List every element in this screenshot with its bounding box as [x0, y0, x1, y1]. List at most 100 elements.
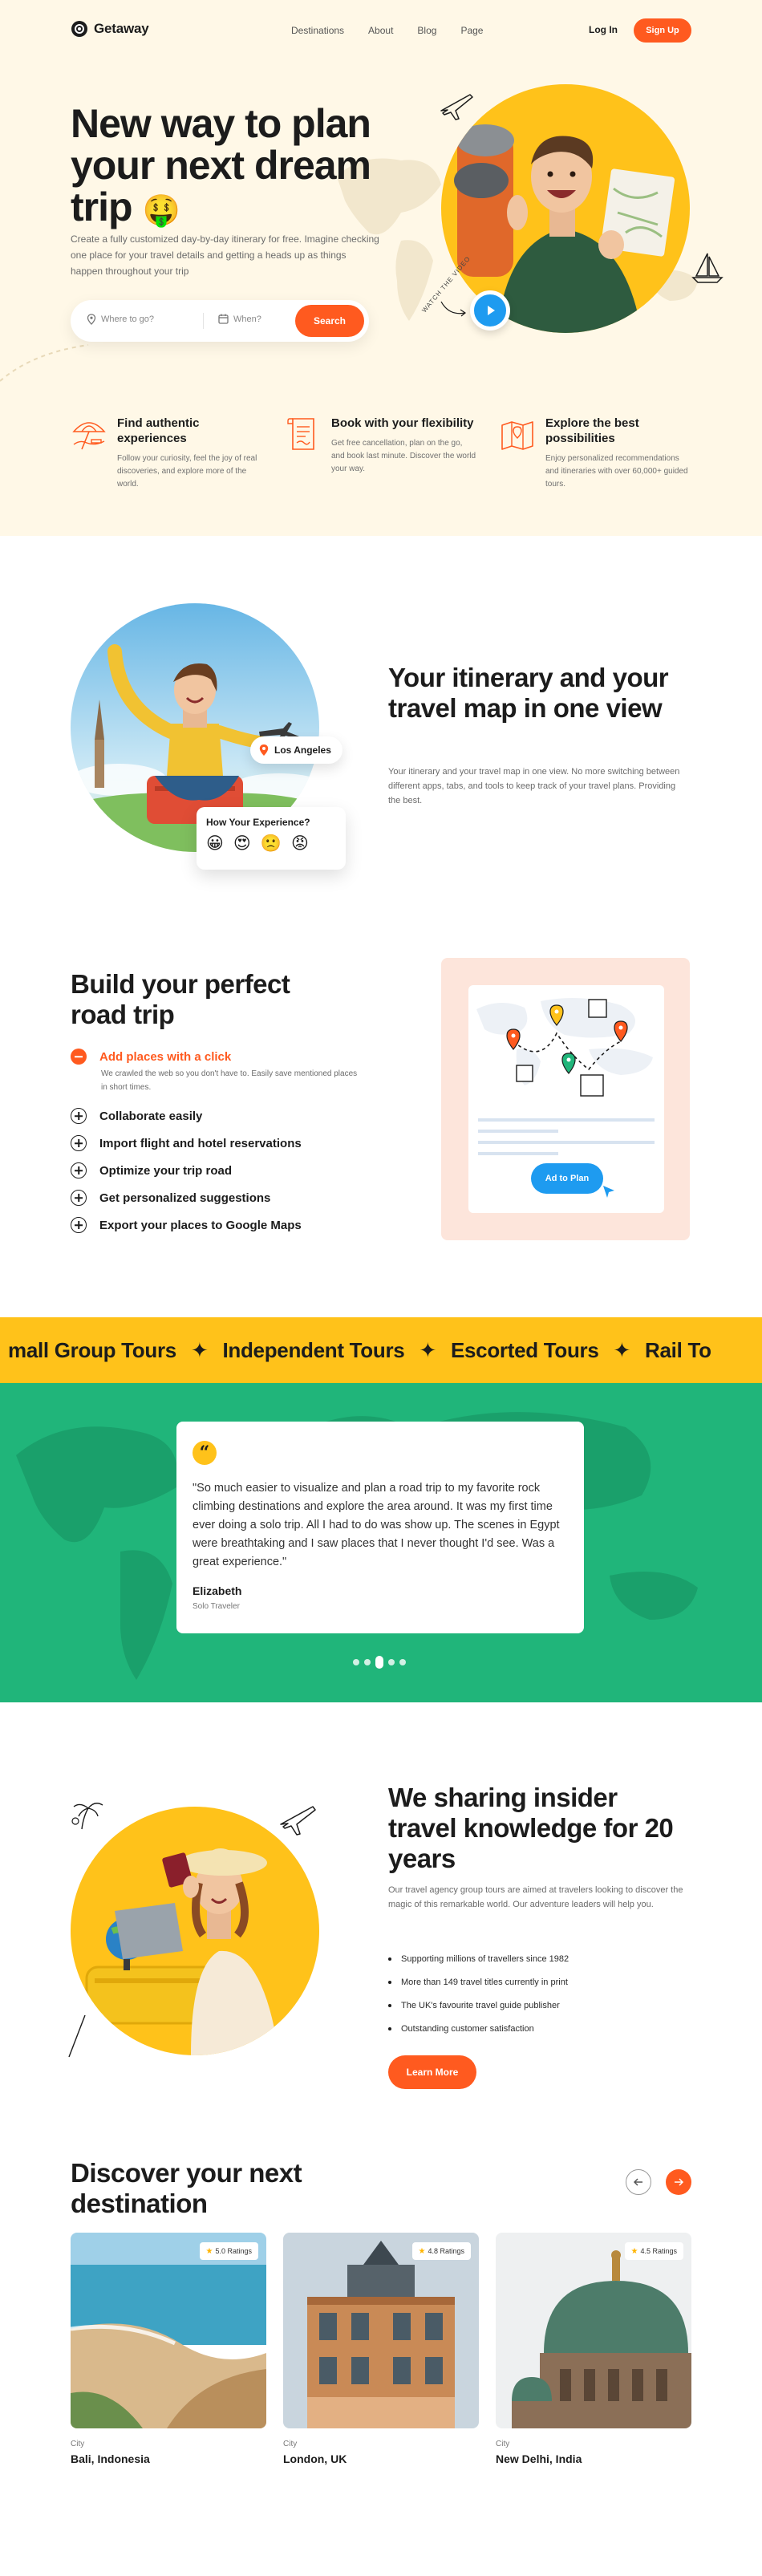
search-divider [203, 313, 204, 329]
road-item-suggestions[interactable]: Get personalized suggestions [71, 1184, 391, 1211]
airplane-icon [440, 94, 473, 120]
cursor-arrow-icon [603, 1186, 614, 1198]
brand-logo[interactable]: Getaway [71, 20, 149, 38]
road-trip-section: Build your perfect road trip Add places … [0, 947, 762, 1317]
carousel-dot[interactable] [353, 1659, 359, 1665]
destinations-title: Discover your next destination [71, 2158, 302, 2218]
when-field[interactable]: When? [218, 314, 261, 324]
nav-link-page[interactable]: Page [460, 25, 483, 36]
nav-link-blog[interactable]: Blog [417, 25, 436, 36]
heart-eyes-emoji-icon[interactable]: 😍 [233, 834, 251, 854]
itinerary-title: Your itinerary and your travel map in on… [388, 663, 669, 723]
grinning-emoji-icon[interactable]: 😀 [206, 834, 224, 854]
sparkle-icon: ✦ [419, 1337, 436, 1362]
route-map-card: Ad to Plan [468, 985, 664, 1213]
list-item: More than 149 travel titles currently in… [388, 1970, 569, 1994]
rating-badge: ★ 4.8 Ratings [411, 2242, 471, 2260]
road-trip-feature-list: Add places with a click We crawled the w… [71, 1043, 391, 1239]
minus-circle-icon [71, 1049, 87, 1065]
next-button[interactable] [666, 2169, 691, 2195]
beach-umbrella-icon [72, 422, 106, 450]
road-item-label: Import flight and hotel reservations [99, 1136, 302, 1150]
carousel-dot[interactable] [388, 1659, 395, 1665]
rating-text: 5.0 Ratings [215, 2247, 252, 2255]
plus-circle-icon [71, 1162, 87, 1178]
destination-card-bali[interactable]: ★ 5.0 Ratings City Bali, Indonesia [71, 2233, 266, 2465]
sailboat-icon [691, 253, 723, 283]
carousel-dot-active[interactable] [375, 1656, 383, 1669]
destination-card-new-delhi[interactable]: ★ 4.5 Ratings City New Delhi, India [496, 2233, 691, 2465]
calendar-icon [218, 314, 229, 324]
emoji-rating-row: 😀 😍 🙁 😡 [206, 834, 336, 854]
ticker-item: Rail To [645, 1337, 711, 1362]
road-item-add-places[interactable]: Add places with a click [71, 1043, 391, 1070]
carousel-dot[interactable] [364, 1659, 371, 1665]
ticker-item: Independent Tours [222, 1337, 405, 1362]
road-trip-title: Build your perfect road trip [71, 969, 290, 1029]
feature-text: Enjoy personalized recommendations and i… [545, 454, 688, 489]
pencil-line-decoration [68, 2014, 86, 2058]
road-item-optimize-road[interactable]: Optimize your trip road [71, 1157, 391, 1184]
hero-section: Getaway Destinations About Blog Page Log… [0, 0, 762, 536]
ticket-icon [287, 418, 314, 450]
destination-image: ★ 5.0 Ratings [71, 2233, 266, 2428]
beach-coast-image [71, 2233, 266, 2428]
login-link[interactable]: Log In [589, 24, 618, 35]
experience-rating-card: How Your Experience? 😀 😍 🙁 😡 [197, 807, 346, 870]
plus-circle-icon [71, 1217, 87, 1233]
testimonial-quote: "So much easier to visualize and plan a … [193, 1482, 560, 1568]
road-item-import-reservations[interactable]: Import flight and hotel reservations [71, 1130, 391, 1157]
testimonial-card: “ "So much easier to visualize and plan … [176, 1422, 584, 1633]
sad-emoji-icon[interactable]: 🙁 [261, 834, 282, 854]
insider-title: We sharing insider travel knowledge for … [388, 1783, 674, 1873]
search-bar: Where to go? When? Search [71, 300, 369, 342]
destinations-section: Discover your next destination ★ 5.0 Rati… [0, 2158, 762, 2576]
features-row: Find authentic experiences Follow your c… [71, 416, 691, 491]
hero-title-text: New way to plan your next dream trip [71, 101, 371, 229]
previous-button[interactable] [626, 2169, 651, 2195]
destination-image: ★ 4.8 Ratings [283, 2233, 479, 2428]
road-item-description: We crawled the web so you don't have to.… [101, 1069, 358, 1092]
road-item-collaborate[interactable]: Collaborate easily [71, 1102, 391, 1130]
learn-more-button[interactable]: Learn More [388, 2055, 476, 2089]
road-item-label: Export your places to Google Maps [99, 1218, 302, 1232]
testimonial-author-role: Solo Traveler [193, 1602, 240, 1611]
insider-knowledge-section: We sharing insider travel knowledge for … [0, 1702, 762, 2158]
compass-logo-icon [71, 21, 87, 37]
carousel-dot[interactable] [399, 1659, 406, 1665]
domed-cathedral-image [496, 2233, 691, 2428]
list-item: Supporting millions of travellers since … [388, 1947, 569, 1970]
nav-link-destinations[interactable]: Destinations [291, 25, 344, 36]
where-field[interactable]: Where to go? [87, 314, 154, 325]
insider-description: Our travel agency group tours are aimed … [388, 1885, 683, 1909]
plus-circle-icon [71, 1108, 87, 1124]
feature-title: Book with your flexibility [331, 416, 474, 430]
destination-type: City [71, 2440, 85, 2448]
signup-button[interactable]: Sign Up [634, 18, 691, 43]
london-building-image [283, 2233, 479, 2428]
rating-text: 4.5 Ratings [640, 2247, 677, 2255]
destination-card-london[interactable]: ★ 4.8 Ratings City London, UK [283, 2233, 479, 2465]
play-video-button[interactable] [470, 290, 510, 331]
location-tag: Los Angeles [250, 736, 342, 764]
search-button[interactable]: Search [295, 305, 364, 337]
road-item-label: Optimize your trip road [99, 1163, 233, 1178]
angry-emoji-icon[interactable]: 😡 [291, 834, 309, 854]
money-face-emoji-icon: 🤑 [142, 194, 180, 228]
rating-badge: ★ 4.5 Ratings [624, 2242, 683, 2260]
feature-title: Explore the best possibilities [545, 416, 639, 445]
arrow-left-icon [633, 2178, 642, 2186]
road-item-export-maps[interactable]: Export your places to Google Maps [71, 1211, 391, 1239]
add-to-plan-button[interactable]: Ad to Plan [531, 1163, 603, 1194]
rating-badge: ★ 5.0 Ratings [199, 2242, 258, 2260]
feature-title: Find authentic experiences [117, 416, 200, 445]
nav-link-about[interactable]: About [368, 25, 393, 36]
star-icon: ★ [205, 2246, 213, 2256]
sparkle-icon: ✦ [613, 1337, 631, 1362]
brand-name: Getaway [94, 21, 149, 36]
itinerary-description: Your itinerary and your travel map in on… [388, 767, 680, 805]
rating-text: 4.8 Ratings [428, 2247, 464, 2255]
woman-with-globe-illustration [85, 1848, 279, 2055]
insider-traveler-image [71, 1807, 319, 2055]
top-navbar: Getaway Destinations About Blog Page Log… [71, 18, 691, 43]
